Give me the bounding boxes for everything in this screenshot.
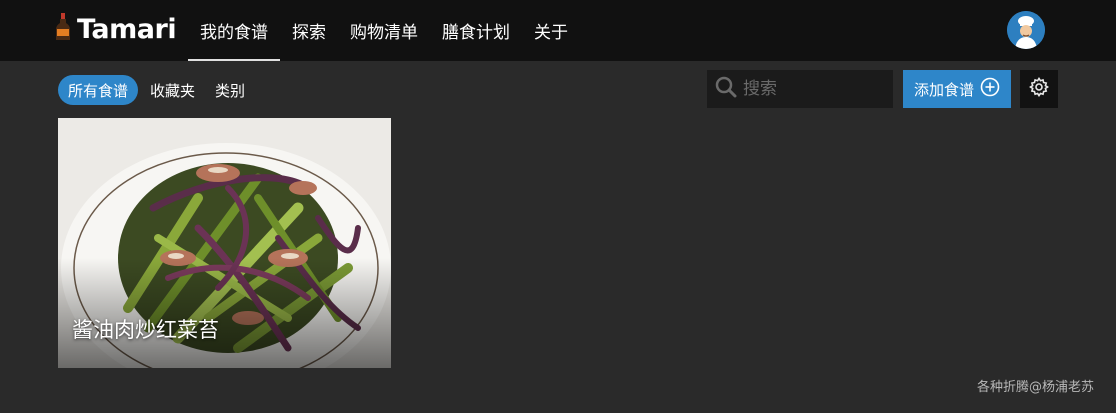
nav-explore[interactable]: 探索 (280, 0, 338, 61)
top-nav-bar: Tamari 我的食谱 探索 购物清单 膳食计划 关于 (0, 0, 1116, 61)
nav-meal-plan[interactable]: 膳食计划 (430, 0, 522, 61)
search-icon (715, 76, 737, 102)
footer-credit: 各种折腾@杨浦老苏 (976, 380, 1094, 395)
gear-icon (1029, 77, 1050, 101)
recipe-filter-tabs: 所有食谱 收藏夹 类别 (58, 75, 253, 105)
filter-favorites[interactable]: 收藏夹 (142, 75, 203, 105)
brand-name: Tamari (77, 13, 177, 45)
filter-all-recipes[interactable]: 所有食谱 (58, 75, 139, 105)
brand-logo[interactable]: Tamari (55, 12, 177, 46)
nav-my-recipes[interactable]: 我的食谱 (188, 0, 280, 61)
add-recipe-label: 添加食谱 (913, 80, 974, 99)
soy-sauce-bottle-icon (55, 13, 71, 45)
add-recipe-button[interactable]: 添加食谱 (903, 70, 1011, 108)
plus-circle-icon (980, 77, 1000, 101)
recipe-title: 酱油肉炒红菜苔 (72, 318, 219, 342)
chef-avatar-icon (1007, 11, 1045, 49)
search-box (707, 70, 893, 108)
search-input[interactable] (743, 79, 883, 99)
user-avatar[interactable] (1007, 11, 1045, 49)
settings-button[interactable] (1020, 70, 1058, 108)
nav-shopping-list[interactable]: 购物清单 (338, 0, 430, 61)
nav-about[interactable]: 关于 (522, 0, 580, 61)
card-shade (58, 258, 391, 368)
main-nav: 我的食谱 探索 购物清单 膳食计划 关于 (188, 0, 580, 61)
filter-categories[interactable]: 类别 (207, 75, 253, 105)
recipe-card[interactable]: 酱油肉炒红菜苔 (58, 118, 391, 368)
